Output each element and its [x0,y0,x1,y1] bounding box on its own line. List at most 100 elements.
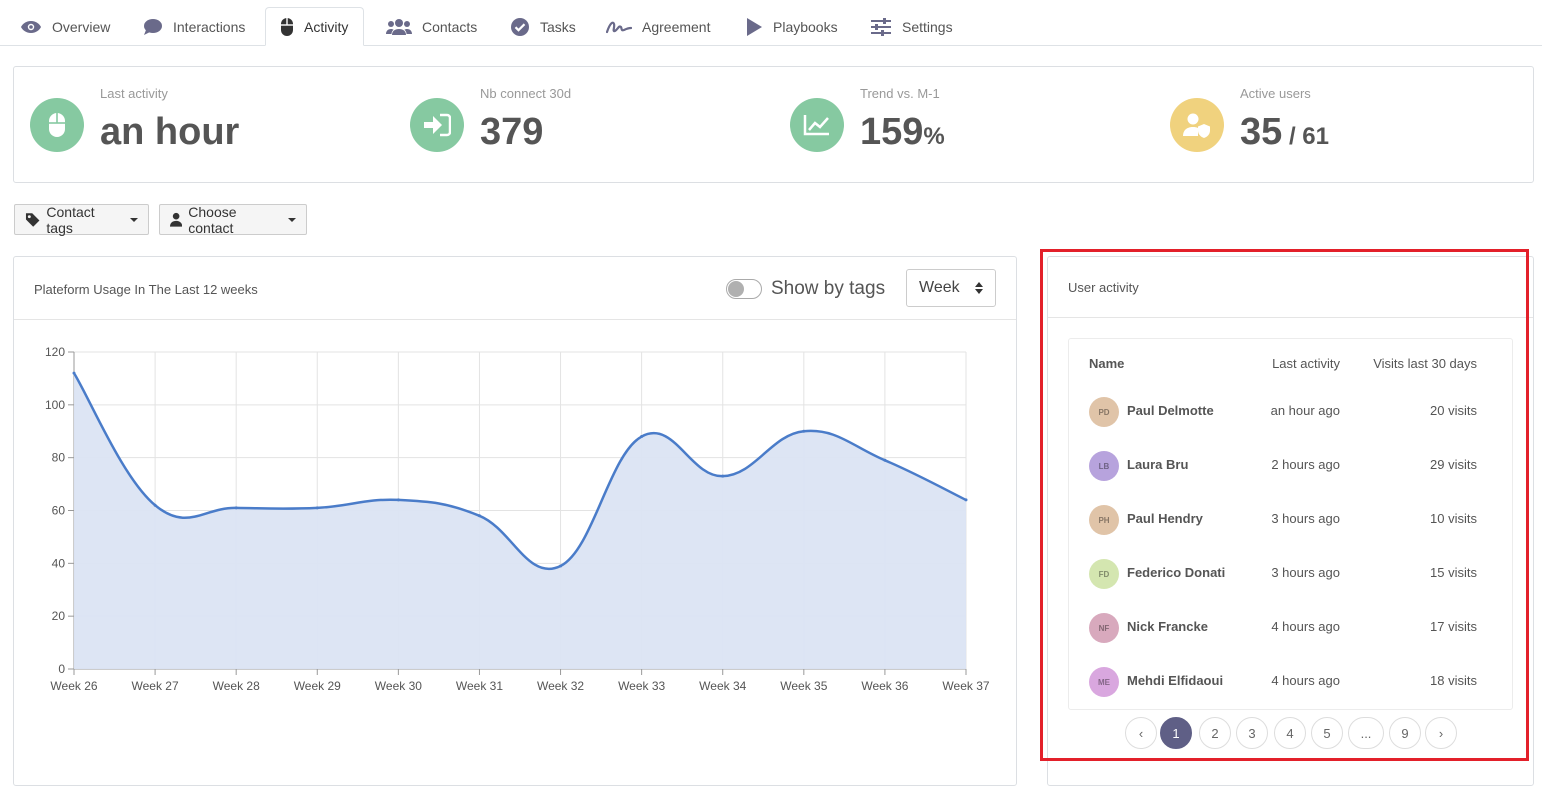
pagination: ‹ 1 2 3 4 5... 9 › [1048,717,1533,749]
tab-activity[interactable]: Activity [265,7,365,46]
table-row: LB Laura Bru 2 hours ago 29 visits [1069,439,1512,493]
x-tick-label: Week 27 [132,679,179,693]
x-tick-label: Week 26 [50,679,97,693]
tab-tasks[interactable]: Tasks [510,8,576,46]
x-tick-label: Week 28 [213,679,260,693]
x-tick-label: Week 37 [942,679,989,693]
tab-playbooks-label: Playbooks [773,19,838,35]
user-last-activity: 4 hours ago [1271,673,1340,688]
data-point [396,498,400,502]
user-activity-table: Name Last activity Visits last 30 days P… [1068,338,1513,710]
platform-usage-title: Plateform Usage In The Last 12 weeks [34,282,258,297]
avatar: ME [1089,667,1119,697]
y-tick-label: 40 [52,556,66,570]
page-button[interactable]: 9 [1389,717,1421,749]
tab-interactions-label: Interactions [173,19,246,35]
column-header-last-activity: Last activity [1272,356,1340,371]
user-name-link[interactable]: Mehdi Elfidaoui [1127,673,1223,688]
kpi-active-users-count: 35 [1240,111,1283,153]
user-name-link[interactable]: Paul Delmotte [1127,403,1214,418]
user-shield-icon [1183,113,1210,138]
user-visits: 20 visits [1430,403,1477,418]
tab-agreement[interactable]: Agreement [606,8,710,46]
page-button[interactable]: 3 [1236,717,1268,749]
contact-tags-label: Contact tags [46,203,95,236]
sort-arrows-icon [975,282,983,294]
tab-playbooks[interactable]: Playbooks [745,8,838,46]
page-button[interactable]: 4 [1274,717,1306,749]
user-icon [170,212,183,227]
table-row: FD Federico Donati 3 hours ago 15 visits [1069,547,1512,601]
kpi-trend-value: 159% [860,111,945,154]
y-tick-label: 100 [45,398,65,412]
data-point [234,506,238,510]
user-activity-title: User activity [1068,280,1139,295]
toggle-knob [728,281,744,297]
tab-activity-label: Activity [304,18,349,35]
x-tick-label: Week 34 [699,679,746,693]
user-visits: 10 visits [1430,511,1477,526]
choose-contact-dropdown[interactable]: Choose contact [159,203,307,236]
tab-tasks-label: Tasks [540,19,576,35]
mouse-icon [49,113,65,137]
kpi-last-activity-badge [30,98,84,152]
y-tick-label: 0 [58,662,65,676]
tab-interactions[interactable]: Interactions [143,8,245,46]
user-name-link[interactable]: Nick Francke [1127,619,1208,634]
kpi-last-activity-value: an hour [100,111,240,153]
user-visits: 18 visits [1430,673,1477,688]
show-by-tags-label: Show by tags [771,278,886,299]
user-visits: 17 visits [1430,619,1477,634]
column-header-visits: Visits last 30 days [1373,356,1477,371]
user-last-activity: 2 hours ago [1271,457,1340,472]
column-header-name: Name [1089,356,1125,371]
data-point [802,429,806,433]
x-tick-label: Week 36 [861,679,908,693]
page-button[interactable]: 5 [1311,717,1343,749]
users-icon [386,19,412,35]
kpi-connect-badge [410,98,464,152]
chart-line-icon [803,115,829,136]
page-button[interactable]: 1 [1160,717,1192,749]
kpi-card: Last activity an hour Nb connect 30d 379… [13,66,1534,183]
platform-usage-panel: Plateform Usage In The Last 12 weeks Sho… [13,256,1017,786]
kpi-last-activity-label: Last activity [100,86,168,101]
x-tick-label: Week 31 [456,679,503,693]
play-icon [747,18,762,36]
user-name-link[interactable]: Paul Hendry [1127,511,1203,526]
user-last-activity: 4 hours ago [1271,619,1340,634]
x-tick-label: Week 29 [294,679,341,693]
page-button[interactable]: 2 [1199,717,1231,749]
user-name-link[interactable]: Federico Donati [1127,565,1225,580]
eye-icon [21,21,41,33]
tab-contacts[interactable]: Contacts [386,8,477,46]
series-area [74,373,966,669]
period-select[interactable]: Week [906,269,996,307]
tab-agreement-label: Agreement [642,19,711,35]
y-tick-label: 60 [52,504,66,518]
x-tick-label: Week 30 [375,679,422,693]
tab-settings[interactable]: Settings [870,8,953,46]
usage-chart: 0 20 40 60 80 100 120 Week 26 Week 27 Week 28 Week… [45,345,990,693]
comment-icon [144,19,162,35]
contact-tags-dropdown[interactable]: Contact tags [14,203,149,236]
user-name-link[interactable]: Laura Bru [1127,457,1188,472]
kpi-active-users-label: Active users [1240,86,1311,101]
y-tick-label: 20 [52,609,66,623]
data-point [153,503,157,507]
data-point [559,564,563,568]
tag-icon [25,212,40,227]
show-by-tags-toggle[interactable] [726,279,762,299]
mouse-icon [281,17,293,36]
platform-usage-header: Plateform Usage In The Last 12 weeks Sho… [14,257,1016,320]
avatar: PD [1089,397,1119,427]
choose-contact-label: Choose contact [188,203,237,236]
y-tick-label: 80 [52,451,66,465]
period-select-value: Week [919,279,960,296]
signature-icon [606,21,632,34]
data-point [883,458,887,462]
previous-page-button[interactable]: ‹ [1125,717,1157,749]
next-page-button[interactable]: › [1425,717,1457,749]
kpi-active-users-total: / 61 [1282,123,1329,150]
tab-overview[interactable]: Overview [20,8,110,46]
